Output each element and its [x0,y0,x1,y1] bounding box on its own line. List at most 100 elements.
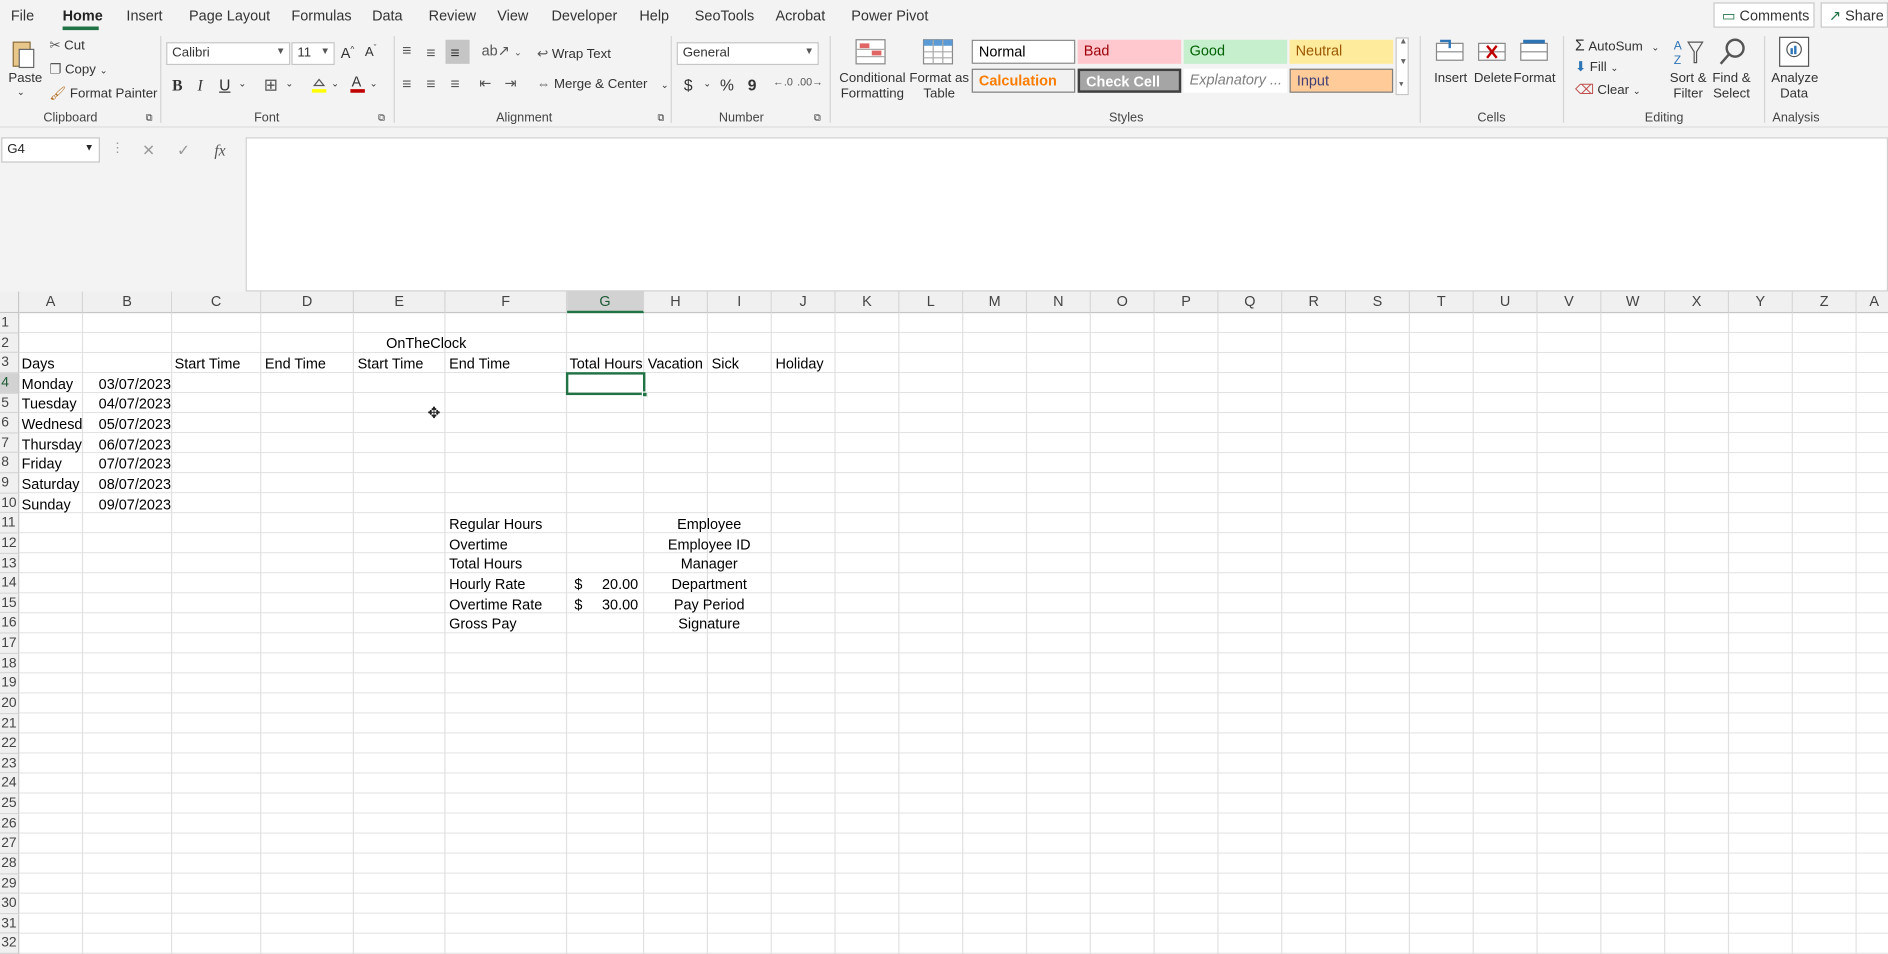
row-header-32[interactable]: 32 [0,934,19,954]
font-color-dropdown-icon[interactable]: ⌄ [370,78,378,89]
column-header-l[interactable]: L [899,291,963,313]
column-header-x[interactable]: X [1665,291,1729,313]
summary-label[interactable]: Gross Pay [449,614,567,633]
number-launcher-icon[interactable]: ⧉ [814,112,821,124]
menu-review[interactable]: Review [429,7,476,24]
insert-cells-button[interactable]: Insert [1434,71,1467,85]
header-total-hours[interactable]: Total Hours [570,354,646,373]
summary-label[interactable]: Overtime Rate [449,595,567,614]
format-cells-icon[interactable] [1520,39,1549,65]
decrease-indent-icon[interactable]: ⇤ [479,75,491,92]
insert-cells-icon[interactable] [1435,39,1464,65]
percent-button[interactable]: % [720,76,734,94]
day-cell[interactable]: Monday [22,375,85,394]
select-all-corner[interactable] [0,291,19,313]
row-header-2[interactable]: 2 [0,333,19,353]
row-header-5[interactable]: 5 [0,393,19,413]
employee-info-label[interactable]: Pay Period [645,595,773,614]
row-header-21[interactable]: 21 [0,714,19,734]
row-header-28[interactable]: 28 [0,854,19,874]
fill-button[interactable]: ⬇ Fill ⌄ [1575,59,1618,75]
row-header-7[interactable]: 7 [0,433,19,453]
increase-indent-icon[interactable]: ⇥ [505,75,517,92]
style-good[interactable]: Good [1184,40,1288,64]
decrease-font-icon[interactable]: Aˇ [365,45,377,60]
header-holiday[interactable]: Holiday [775,354,836,373]
align-middle-icon[interactable]: ≡ [426,43,435,61]
column-header-z[interactable]: Z [1793,291,1857,313]
column-header-y[interactable]: Y [1729,291,1793,313]
copy-button[interactable]: ❐ Copy ⌄ [49,61,107,77]
row-header-3[interactable]: 3 [0,353,19,373]
row-header-6[interactable]: 6 [0,413,19,433]
menu-seotools[interactable]: SeoTools [695,7,754,24]
autosum-button[interactable]: Σ AutoSum ⌄ [1575,36,1659,54]
conditional-formatting-button[interactable]: Conditional Formatting [839,71,905,102]
font-launcher-icon[interactable]: ⧉ [378,112,385,124]
day-cell[interactable]: Saturday [22,475,85,494]
row-header-9[interactable]: 9 [0,473,19,493]
column-header-e[interactable]: E [354,291,446,313]
day-cell[interactable]: Tuesday [22,394,85,413]
row-header-8[interactable]: 8 [0,453,19,473]
day-cell[interactable]: Friday [22,454,85,473]
header-days[interactable]: Days [22,354,85,373]
row-header-23[interactable]: 23 [0,754,19,774]
cancel-icon[interactable]: ✕ [142,141,155,160]
format-cells-button[interactable]: Format [1514,71,1556,85]
row-header-17[interactable]: 17 [0,634,19,654]
borders-icon[interactable]: ⊞ [264,75,278,95]
style-input[interactable]: Input [1290,69,1394,93]
increase-font-icon[interactable]: A^ [341,45,355,62]
column-header-u[interactable]: U [1474,291,1538,313]
menu-home[interactable]: Home [63,7,103,24]
column-header-c[interactable]: C [172,291,261,313]
date-cell[interactable]: 09/07/2023 [85,495,170,514]
style-bad[interactable]: Bad [1078,40,1182,64]
row-header-15[interactable]: 15 [0,594,19,614]
date-cell[interactable]: 08/07/2023 [85,475,170,494]
analyze-data-button[interactable]: Analyze Data [1771,71,1817,102]
find-icon[interactable] [1717,36,1748,67]
column-header-o[interactable]: O [1091,291,1155,313]
row-header-30[interactable]: 30 [0,894,19,914]
increase-decimal-icon[interactable]: ←.0 [773,76,793,88]
style-neutral[interactable]: Neutral [1290,40,1394,64]
day-cell[interactable]: Wednesda [22,414,83,433]
row-header-29[interactable]: 29 [0,874,19,894]
row-header-10[interactable]: 10 [0,493,19,513]
menu-formulas[interactable]: Formulas [291,7,351,24]
column-header-j[interactable]: J [772,291,836,313]
share-button[interactable]: ↗ Share [1821,2,1888,27]
italic-button[interactable]: I [197,76,202,95]
row-header-4[interactable]: 4 [0,373,19,393]
analyze-data-icon[interactable] [1777,35,1811,69]
employee-info-label[interactable]: Signature [645,614,773,633]
insert-function-icon[interactable]: fx [214,141,225,160]
column-header-b[interactable]: B [83,291,172,313]
conditional-formatting-icon[interactable] [855,39,886,65]
row-header-22[interactable]: 22 [0,734,19,754]
date-cell[interactable]: 06/07/2023 [85,435,170,454]
find-select-button[interactable]: Find & Select [1709,71,1755,102]
employee-info-label[interactable]: Employee [645,514,773,533]
align-bottom-icon[interactable]: ≡ [446,40,470,64]
column-header-i[interactable]: I [708,291,772,313]
column-header-t[interactable]: T [1410,291,1474,313]
day-cell[interactable]: Thursday [22,435,85,454]
menu-page-layout[interactable]: Page Layout [189,7,270,24]
hourly-rate-value[interactable]: 20.00 [589,575,638,594]
header-vacation[interactable]: Vacation [648,354,709,373]
header-start-time-2[interactable]: Start Time [358,354,447,373]
align-right-icon[interactable]: ≡ [450,75,459,93]
alignment-launcher-icon[interactable]: ⧉ [657,112,664,124]
cut-button[interactable]: ✂ Cut [49,37,84,53]
clear-button[interactable]: ⌫ Clear ⌄ [1575,82,1641,98]
column-header-s[interactable]: S [1346,291,1410,313]
column-header-p[interactable]: P [1155,291,1219,313]
row-header-16[interactable]: 16 [0,614,19,634]
summary-label[interactable]: Regular Hours [449,514,567,533]
cell-grid[interactable] [19,313,1888,954]
style-normal[interactable]: Normal [972,40,1076,64]
paste-button[interactable]: Paste [8,71,42,85]
